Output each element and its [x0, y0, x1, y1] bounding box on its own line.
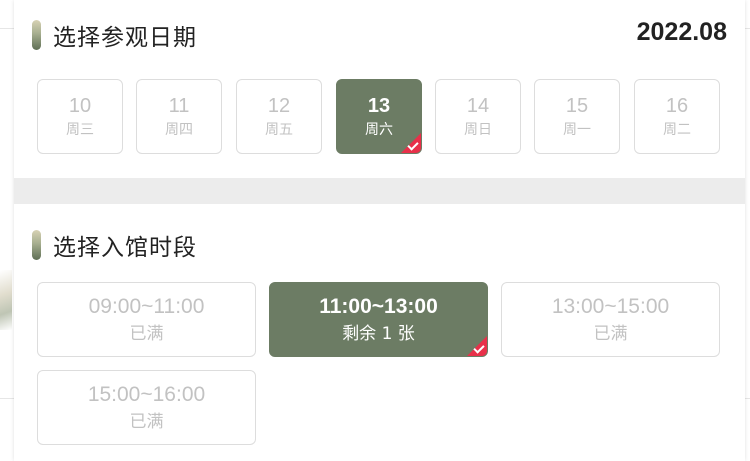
current-month: 2022.08 — [636, 18, 727, 46]
date-day: 15 — [565, 94, 589, 117]
slot-time: 13:00~15:00 — [551, 294, 670, 318]
vertical-bar-icon — [32, 20, 41, 50]
slot-time: 09:00~11:00 — [88, 294, 205, 318]
time-slot-1300-1500[interactable]: 13:00~15:00 已满 — [501, 282, 720, 357]
slot-status: 已满 — [129, 411, 164, 432]
date-day: 10 — [68, 94, 92, 117]
date-day: 14 — [466, 94, 490, 117]
date-day: 11 — [168, 94, 190, 117]
date-option-10[interactable]: 10 周三 — [37, 79, 123, 154]
slot-time: 11:00~13:00 — [319, 294, 438, 318]
date-weekday: 周三 — [66, 121, 94, 138]
time-slot-1100-1300[interactable]: 11:00~13:00 剩余 1 张 — [269, 282, 488, 357]
date-section-header: 选择参观日期 — [32, 19, 197, 51]
date-weekday: 周一 — [563, 121, 591, 138]
date-weekday: 周日 — [464, 121, 492, 138]
date-day: 13 — [367, 94, 391, 117]
date-section-title: 选择参观日期 — [53, 25, 197, 51]
date-option-15[interactable]: 15 周一 — [534, 79, 620, 154]
background-artwork — [0, 270, 12, 330]
date-option-16[interactable]: 16 周二 — [634, 79, 720, 154]
date-day: 12 — [267, 94, 291, 117]
time-section-header: 选择入馆时段 — [32, 229, 197, 261]
vertical-bar-icon — [32, 230, 41, 260]
date-day: 16 — [665, 94, 689, 117]
slot-status: 剩余 1 张 — [342, 323, 415, 344]
section-divider — [14, 178, 745, 204]
date-weekday: 周五 — [265, 121, 293, 138]
date-weekday: 周六 — [365, 121, 393, 138]
booking-panel: 选择参观日期 2022.08 10 周三 11 周四 12 周五 13 周六 1… — [14, 0, 745, 461]
date-option-13[interactable]: 13 周六 — [336, 79, 422, 154]
date-option-14[interactable]: 14 周日 — [435, 79, 521, 154]
time-slot-0900-1100[interactable]: 09:00~11:00 已满 — [37, 282, 256, 357]
slot-time: 15:00~16:00 — [87, 382, 206, 406]
slot-status: 已满 — [593, 323, 628, 344]
date-option-12[interactable]: 12 周五 — [236, 79, 322, 154]
time-slot-1500-1600[interactable]: 15:00~16:00 已满 — [37, 370, 256, 445]
slot-status: 已满 — [129, 323, 164, 344]
date-weekday: 周二 — [663, 121, 691, 138]
date-option-11[interactable]: 11 周四 — [136, 79, 222, 154]
date-weekday: 周四 — [165, 121, 193, 138]
time-section-title: 选择入馆时段 — [53, 235, 197, 261]
